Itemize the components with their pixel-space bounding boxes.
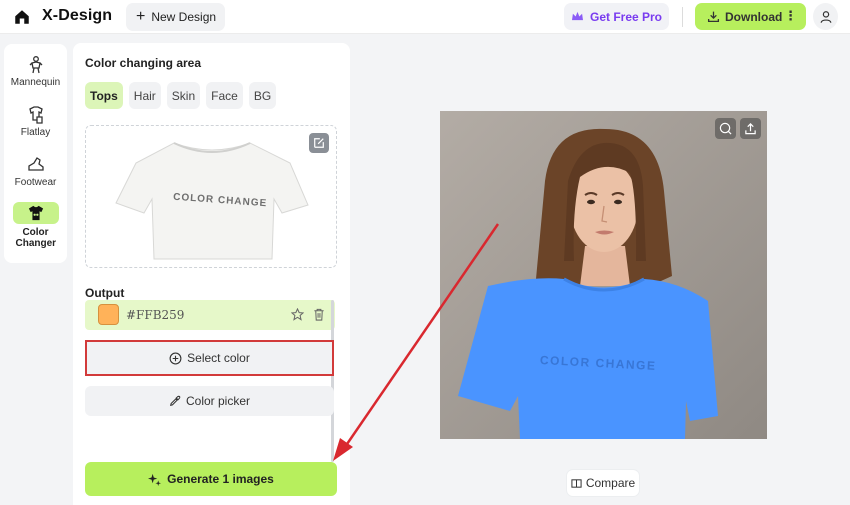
trash-icon[interactable] [313,308,325,321]
star-icon[interactable] [291,308,304,321]
download-icon [707,11,720,23]
download-button[interactable]: Download ⋮ [695,3,806,30]
divider [682,7,683,27]
compare-icon [571,478,582,488]
left-nav: Mannequin Flatlay Footwear Color Changer [4,44,67,263]
sparkle-icon [148,473,162,486]
nav-label-flatlay: Flatlay [20,127,51,138]
get-free-pro-label: Get Free Pro [589,9,663,24]
tab-bg[interactable]: BG [248,82,277,109]
model-photo: COLOR CHANGE [440,111,767,439]
more-options-icon[interactable]: ⋮ [784,9,797,22]
chat-bubble-icon [719,122,732,135]
upload-icon [745,123,756,135]
nav-item-footwear[interactable]: Footwear [4,155,67,188]
output-color-swatch[interactable] [98,304,119,325]
photo-comment-button[interactable] [715,118,736,139]
new-design-button[interactable]: + New Design [126,3,225,31]
color-picker-label: Color picker [185,394,251,408]
brand-logo[interactable]: X-Design [42,7,112,25]
panel-scrollbar[interactable] [331,300,334,462]
new-design-label: New Design [151,10,217,24]
compare-label: Compare [585,476,636,490]
eyedropper-icon [169,395,181,406]
nav-item-mannequin[interactable]: Mannequin [4,55,67,88]
result-image: COLOR CHANGE [440,111,767,439]
tab-skin[interactable]: Skin [166,82,201,109]
tshirt-preview-image: COLOR CHANGE [115,142,309,260]
tab-face[interactable]: Face [206,82,243,109]
tab-tops[interactable]: Tops [85,82,123,109]
nav-label-color-changer: Color Changer [15,227,57,249]
top-bar: X-Design + New Design Get Free Pro Downl… [0,0,850,34]
edit-area-button[interactable] [309,133,329,153]
select-color-button[interactable]: Select color [85,340,334,376]
panel-title: Color changing area [85,56,202,70]
settings-panel: Color changing area Tops Hair Skin Face … [73,43,350,505]
output-color-hex: #FFB259 [126,308,185,322]
nav-label-footwear: Footwear [14,177,57,188]
area-tabs: Tops Hair Skin Face BG [85,82,277,109]
user-icon [820,10,831,23]
flatlay-icon [28,106,43,124]
output-label: Output [85,286,125,300]
nav-item-flatlay[interactable]: Flatlay [4,105,67,138]
add-circle-icon [169,352,182,364]
garment-preview-area[interactable]: COLOR CHANGE [85,125,337,268]
compare-button[interactable]: Compare [567,470,639,496]
generate-button[interactable]: Generate 1 images [85,462,337,496]
download-label: Download [725,9,783,24]
crown-icon [571,11,583,21]
plus-icon: + [136,8,146,25]
nav-label-mannequin: Mannequin [10,77,61,88]
nav-item-color-changer[interactable]: Color Changer [4,202,67,249]
active-indicator [12,202,59,224]
output-color-row[interactable]: #FFB259 [85,300,335,330]
get-free-pro-button[interactable]: Get Free Pro [564,3,669,30]
home-icon[interactable] [13,8,31,26]
photo-share-button[interactable] [740,118,761,139]
user-account-button[interactable] [813,3,838,30]
generate-label: Generate 1 images [167,472,274,486]
edit-icon [314,138,324,148]
tab-hair[interactable]: Hair [128,82,161,109]
select-color-label: Select color [187,351,250,365]
tshirt-icon [28,205,43,221]
color-picker-button[interactable]: Color picker [85,386,334,416]
mannequin-icon [29,56,42,74]
footwear-icon [27,157,44,171]
